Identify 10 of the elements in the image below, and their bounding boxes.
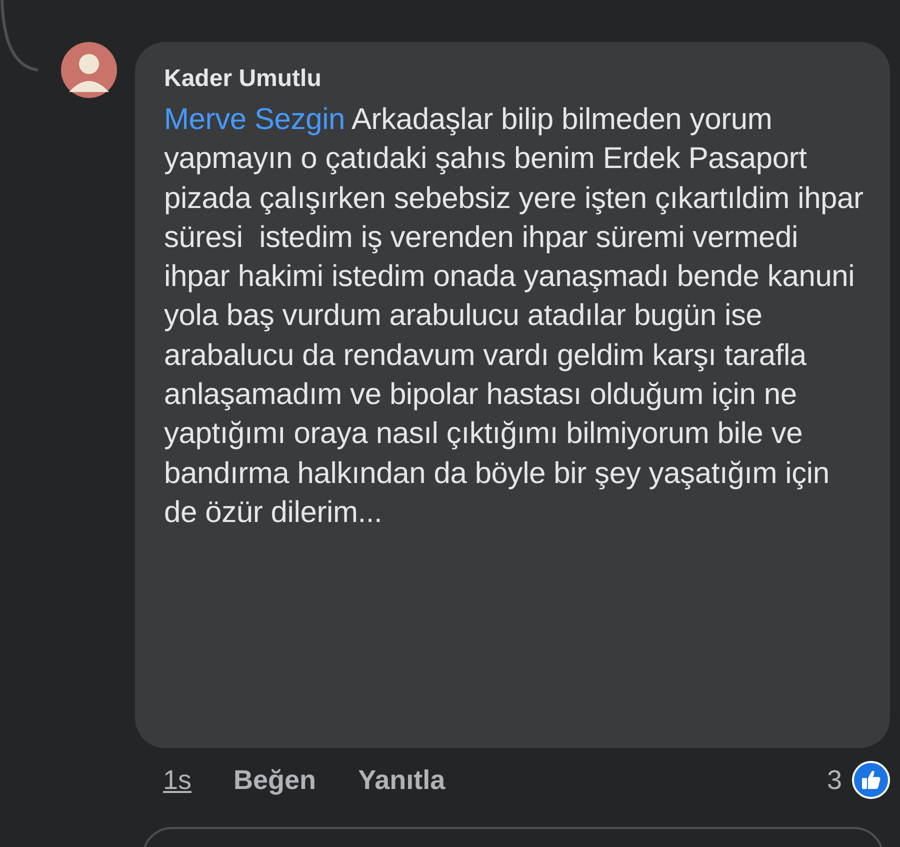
author-name[interactable]: Kader Umutlu (164, 62, 868, 96)
action-link[interactable]: Beğen (234, 764, 316, 796)
action-link[interactable]: Yanıtla (358, 764, 446, 796)
like-icon[interactable] (852, 761, 890, 799)
thread-line (0, 0, 40, 72)
reaction-count[interactable]: 3 (826, 764, 842, 796)
avatar-icon[interactable] (61, 42, 117, 98)
mention-link[interactable]: Merve Sezgin (164, 103, 346, 136)
comment-text: Merve Sezgin Arkadaşlar bilip bilmeden yorum yapmayın o çatıdaki şahıs benim Erdek Pasaport pizada çalışırken sebebsiz yere işten çıkartıldim ihpar süresi istedim iş verenden ihpar süremi vermedi ihpar hakimi istedim onada yanaşmadı bende kanuni yola baş vurdum arabulucu atadılar bugün ise arabalucu da rendavum vardı geldim karşı tarafla anlaşamadım ve bipolar hastası olduğum için ne yaptığımı oraya nasıl çıktığımı bilmiyorum bile ve bandırma halkından da böyle bir şey yaşatığım için de özür dilerim... (164, 102, 864, 531)
timestamp-link[interactable]: 1s (163, 764, 192, 796)
